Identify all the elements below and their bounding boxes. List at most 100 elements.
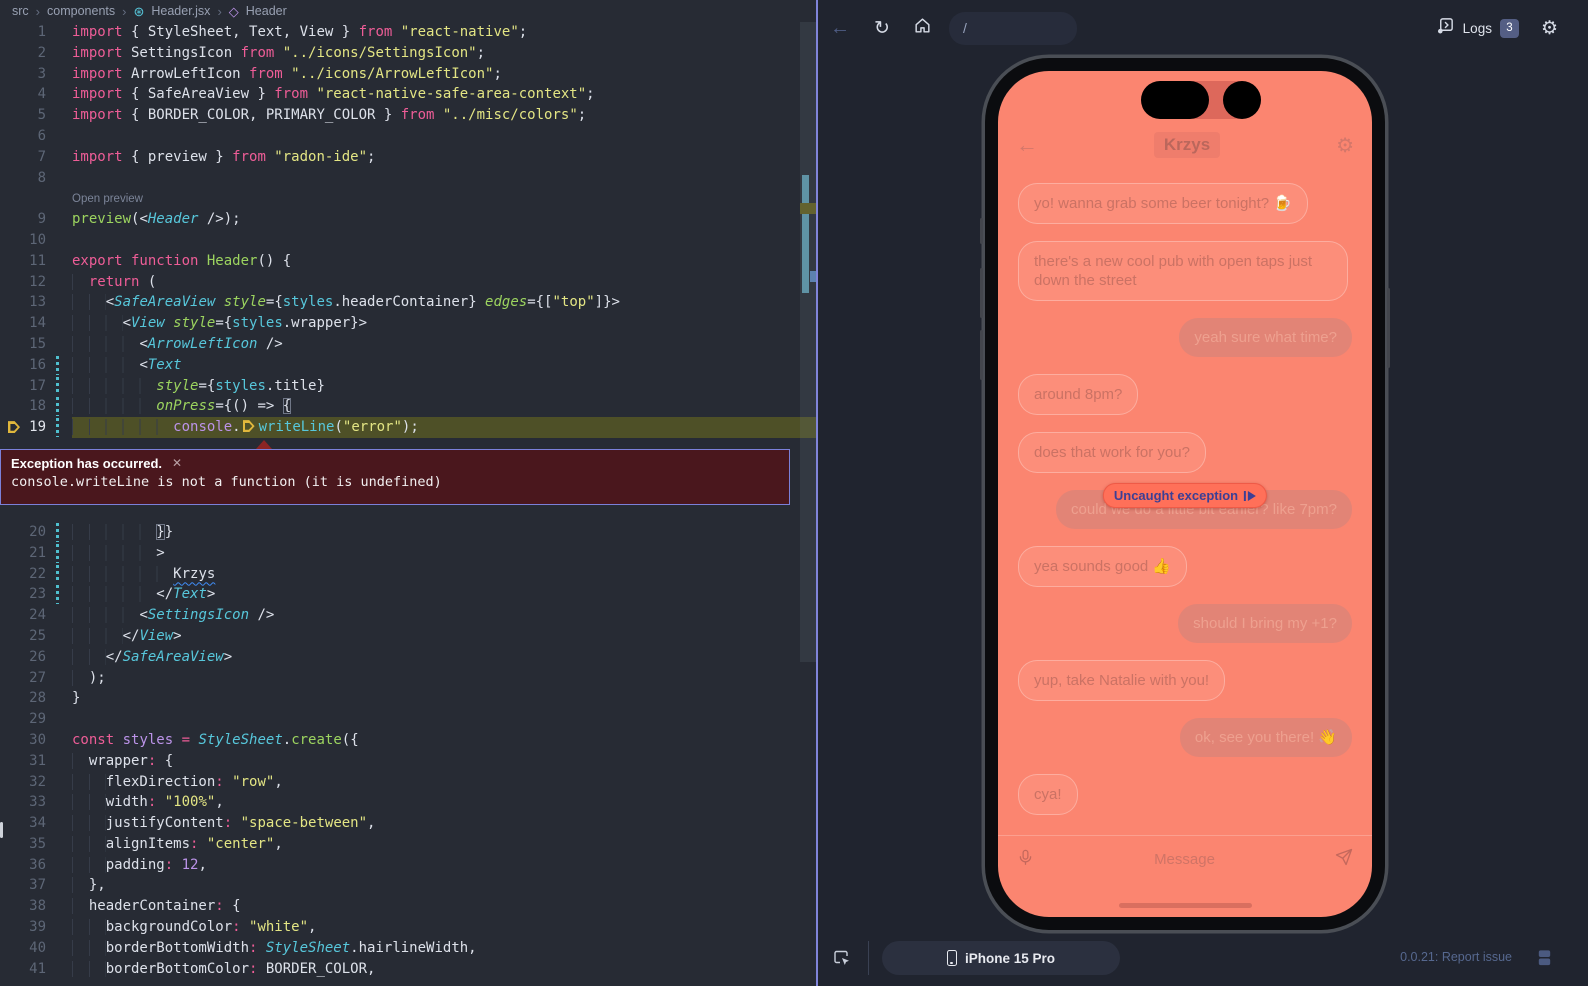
gutter: 13 (0, 292, 72, 313)
uncaught-exception-label: Uncaught exception (1114, 488, 1238, 503)
close-icon[interactable]: ✕ (172, 456, 182, 470)
code-editor: src›components›⊛Header.jsx›◇Header 1impo… (0, 0, 816, 986)
modified-line-indicator (56, 397, 59, 416)
line-number: 13 (0, 292, 46, 313)
exception-title: Exception has occurred. (11, 456, 162, 471)
gutter: 22 (0, 564, 72, 585)
line-number: 32 (0, 772, 46, 793)
line-number: 29 (0, 709, 46, 730)
code-line-text (72, 230, 816, 251)
code-line-text: import { SafeAreaView } from "react-nati… (72, 84, 816, 105)
line-number: 21 (0, 543, 46, 564)
inspect-element-icon[interactable] (832, 948, 852, 973)
code-line-text: </Text> (72, 584, 816, 605)
code-line-text: backgroundColor: "white", (72, 917, 816, 938)
gutter: 11 (0, 251, 72, 272)
code-line: 38 headerContainer: { (0, 896, 816, 917)
gutter: 6 (0, 126, 72, 147)
chat-bubble-left: yo! wanna grab some beer tonight? 🍺 (1018, 183, 1308, 224)
code-line-text: </SafeAreaView> (72, 647, 816, 668)
microphone-icon[interactable] (1016, 848, 1035, 872)
code-line-text: <SettingsIcon /> (72, 605, 816, 626)
editor-scrollbar[interactable] (800, 22, 816, 662)
home-icon[interactable] (911, 16, 933, 41)
code-line: 15 <ArrowLeftIcon /> (0, 334, 816, 355)
line-number: 20 (0, 522, 46, 543)
phone-volume-up-button (980, 268, 983, 318)
code-line: 28} (0, 688, 816, 709)
dynamic-island (1141, 81, 1261, 119)
code-line: 4import { SafeAreaView } from "react-nat… (0, 84, 816, 105)
line-number: 37 (0, 875, 46, 896)
chat-bubble-left: yup, take Natalie with you! (1018, 660, 1225, 701)
line-number: 35 (0, 834, 46, 855)
breadcrumb-item[interactable]: Header.jsx (151, 4, 210, 18)
code-line: 23 </Text> (0, 584, 816, 605)
codelens-open-preview[interactable]: Open preview (72, 193, 143, 205)
settings-gear-icon[interactable]: ⚙ (1541, 17, 1558, 40)
logs-count-badge: 3 (1500, 19, 1519, 38)
code-line-text: Krzys (72, 564, 816, 585)
gutter: 12 (0, 272, 72, 293)
reload-icon[interactable]: ↻ (871, 17, 893, 40)
breadcrumb-item[interactable]: Header (246, 4, 287, 18)
overview-ruler-selection-mark (802, 175, 809, 293)
code-line-text: console.writeLine("error"); (72, 417, 816, 438)
message-input-bar: Message (998, 835, 1372, 883)
report-issue-link[interactable]: 0.0.21: Report issue (1400, 950, 1512, 964)
line-number: 41 (0, 959, 46, 980)
chat-settings-icon[interactable]: ⚙ (1336, 133, 1354, 158)
device-select-button[interactable]: iPhone 15 Pro (882, 941, 1120, 975)
code-line: 39 backgroundColor: "white", (0, 917, 816, 938)
line-number: 5 (0, 105, 46, 126)
line-number: 24 (0, 605, 46, 626)
logs-button[interactable]: Logs 3 (1436, 16, 1519, 40)
gutter: 2 (0, 43, 72, 64)
manage-devices-icon[interactable] (1535, 948, 1554, 972)
gutter: 5 (0, 105, 72, 126)
debug-paused-icon (243, 420, 255, 432)
code-line: 1import { StyleSheet, Text, View } from … (0, 22, 816, 43)
code-line: 24 <SettingsIcon /> (0, 605, 816, 626)
line-number: 10 (0, 230, 46, 251)
gutter: 16 (0, 355, 72, 376)
line-number: 38 (0, 896, 46, 917)
line-number: 40 (0, 938, 46, 959)
code-line-text: borderBottomWidth: StyleSheet.hairlineWi… (72, 938, 816, 959)
line-number: 6 (0, 126, 46, 147)
line-number: 2 (0, 43, 46, 64)
code-line: 7import { preview } from "radon-ide"; (0, 147, 816, 168)
back-icon[interactable]: ← (829, 17, 851, 40)
code-lines: 1import { StyleSheet, Text, View } from … (0, 22, 816, 979)
modified-line-indicator (56, 565, 59, 584)
modified-line-indicator (56, 356, 59, 375)
gutter: 3 (0, 64, 72, 85)
code-line: 3import ArrowLeftIcon from "../icons/Arr… (0, 64, 816, 85)
home-indicator[interactable] (1119, 903, 1252, 908)
send-icon[interactable] (1334, 847, 1354, 872)
line-number: 8 (0, 168, 46, 189)
gutter: 35 (0, 834, 72, 855)
uncaught-exception-button[interactable]: Uncaught exception (1103, 483, 1267, 508)
breadcrumb-item[interactable]: components (47, 4, 115, 18)
line-number: 11 (0, 251, 46, 272)
code-line-text: <ArrowLeftIcon /> (72, 334, 816, 355)
phone-mockup: ← Krzys ⚙ yo! wanna grab some beer tonig… (985, 58, 1385, 930)
preview-panel: ← ↻ / Logs 3 ⚙ (818, 0, 1588, 986)
logs-label: Logs (1463, 21, 1492, 36)
logs-icon (1436, 16, 1455, 40)
message-input[interactable]: Message (1035, 851, 1334, 868)
url-text: / (963, 20, 967, 36)
breadcrumb-item[interactable]: src (12, 4, 29, 18)
line-number: 19 (0, 417, 46, 438)
chat-back-arrow-icon[interactable]: ← (1016, 132, 1038, 158)
gutter: 25 (0, 626, 72, 647)
code-line: 21 > (0, 543, 816, 564)
device-label: iPhone 15 Pro (965, 951, 1055, 966)
code-line: 9preview(<Header />); (0, 209, 816, 230)
line-number: 18 (0, 396, 46, 417)
code-line-text: import { preview } from "radon-ide"; (72, 147, 816, 168)
code-line-text: export function Header() { (72, 251, 816, 272)
url-input[interactable]: / (949, 12, 1077, 45)
gutter: 32 (0, 772, 72, 793)
